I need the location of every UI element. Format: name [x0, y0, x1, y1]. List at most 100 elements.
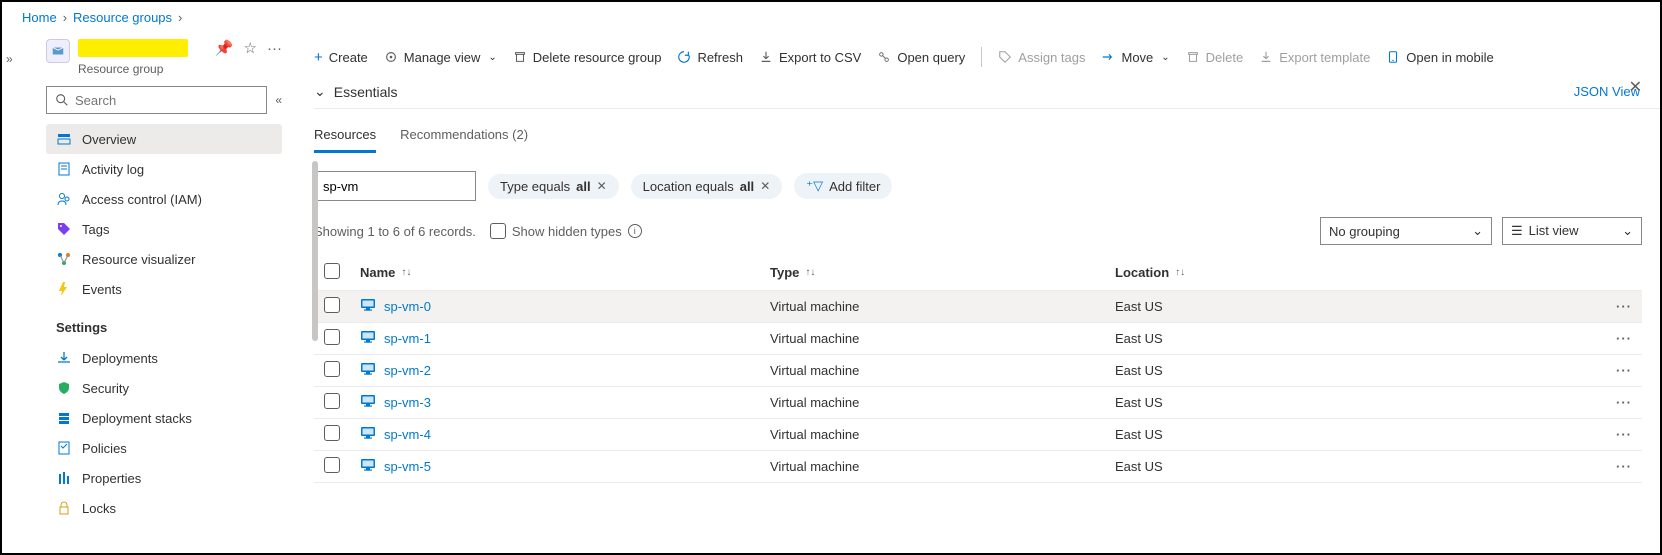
column-header-type[interactable]: Type↑↓ — [770, 265, 815, 280]
vm-icon — [360, 297, 376, 316]
toolbar-divider — [981, 47, 982, 67]
filter-chip-location[interactable]: Location equals all✕ — [631, 174, 783, 199]
stacks-icon — [56, 410, 72, 426]
table-row[interactable]: sp-vm-4 Virtual machine East US ··· — [314, 419, 1642, 451]
nav-label: Resource visualizer — [82, 252, 195, 267]
sidebar-item-properties[interactable]: Properties — [46, 463, 282, 493]
row-more-button[interactable]: ··· — [1616, 427, 1632, 442]
sidebar-item-iam[interactable]: Access control (IAM) — [46, 184, 282, 214]
breadcrumb-resource-groups[interactable]: Resource groups — [73, 10, 172, 25]
more-actions-icon[interactable]: ··· — [267, 40, 282, 57]
overview-icon — [56, 131, 72, 147]
vm-icon — [360, 329, 376, 348]
row-more-button[interactable]: ··· — [1616, 299, 1632, 314]
cell-type: Virtual machine — [760, 291, 1105, 323]
open-mobile-button[interactable]: Open in mobile — [1386, 50, 1493, 65]
row-checkbox[interactable] — [324, 457, 340, 473]
sidebar-search-input[interactable] — [75, 93, 258, 108]
policies-icon — [56, 440, 72, 456]
search-icon — [55, 93, 69, 107]
resource-group-name-redacted — [78, 39, 188, 57]
list-view-icon: ☰ — [1511, 223, 1523, 238]
resource-link[interactable]: sp-vm-4 — [384, 427, 431, 442]
table-row[interactable]: sp-vm-0 Virtual machine East US ··· — [314, 291, 1642, 323]
resource-link[interactable]: sp-vm-5 — [384, 459, 431, 474]
sort-icon: ↑↓ — [1175, 267, 1185, 278]
nav-label: Events — [82, 282, 122, 297]
row-checkbox[interactable] — [324, 425, 340, 441]
sidebar-item-stacks[interactable]: Deployment stacks — [46, 403, 282, 433]
info-icon[interactable]: i — [628, 224, 642, 238]
sidebar-item-overview[interactable]: Overview — [46, 124, 282, 154]
record-count-label: Showing 1 to 6 of 6 records. — [314, 224, 476, 239]
resource-link[interactable]: sp-vm-2 — [384, 363, 431, 378]
move-button[interactable]: Move⌄ — [1101, 50, 1169, 65]
cell-type: Virtual machine — [760, 323, 1105, 355]
sidebar-item-events[interactable]: Events — [46, 274, 282, 304]
sidebar-item-visualizer[interactable]: Resource visualizer — [46, 244, 282, 274]
row-more-button[interactable]: ··· — [1616, 459, 1632, 474]
tab-resources[interactable]: Resources — [314, 127, 376, 153]
manage-view-button[interactable]: Manage view⌄ — [384, 50, 497, 65]
sidebar-item-policies[interactable]: Policies — [46, 433, 282, 463]
close-blade-button[interactable]: ✕ — [1629, 77, 1642, 97]
row-more-button[interactable]: ··· — [1616, 395, 1632, 410]
sidebar-item-deployments[interactable]: Deployments — [46, 343, 282, 373]
cell-location: East US — [1105, 355, 1602, 387]
resource-link[interactable]: sp-vm-1 — [384, 331, 431, 346]
delete-resource-group-button[interactable]: Delete resource group — [513, 50, 662, 65]
export-csv-button[interactable]: Export to CSV — [759, 50, 861, 65]
show-hidden-checkbox[interactable] — [490, 223, 506, 239]
resource-group-subtitle: Resource group — [78, 62, 207, 76]
grouping-dropdown[interactable]: No grouping⌄ — [1320, 217, 1492, 245]
row-more-button[interactable]: ··· — [1616, 331, 1632, 346]
column-header-name[interactable]: Name↑↓ — [360, 265, 411, 280]
add-filter-button[interactable]: ⁺▽Add filter — [794, 173, 892, 199]
create-button[interactable]: +Create — [314, 49, 368, 66]
show-hidden-label: Show hidden types — [512, 224, 622, 239]
resource-filter-input[interactable] — [314, 171, 476, 201]
chevron-right-icon: › — [178, 10, 182, 25]
table-row[interactable]: sp-vm-3 Virtual machine East US ··· — [314, 387, 1642, 419]
nav-label: Tags — [82, 222, 109, 237]
column-header-location[interactable]: Location↑↓ — [1115, 265, 1185, 280]
breadcrumb-home[interactable]: Home — [22, 10, 57, 25]
sidebar-scrollbar[interactable] — [312, 161, 318, 341]
row-more-button[interactable]: ··· — [1616, 363, 1632, 378]
tab-recommendations[interactable]: Recommendations (2) — [400, 127, 528, 153]
sidebar-item-locks[interactable]: Locks — [46, 493, 282, 523]
table-row[interactable]: sp-vm-2 Virtual machine East US ··· — [314, 355, 1642, 387]
favorite-icon[interactable]: ☆ — [244, 39, 257, 57]
pin-icon[interactable]: 📌 — [215, 39, 234, 57]
settings-heading: Settings — [46, 304, 282, 343]
cell-location: East US — [1105, 291, 1602, 323]
cell-type: Virtual machine — [760, 387, 1105, 419]
row-checkbox[interactable] — [324, 393, 340, 409]
sidebar-item-activity[interactable]: Activity log — [46, 154, 282, 184]
command-toolbar: +Create Manage view⌄ Delete resource gro… — [314, 33, 1660, 81]
resource-link[interactable]: sp-vm-3 — [384, 395, 431, 410]
refresh-button[interactable]: Refresh — [677, 50, 743, 65]
nav-label: Security — [82, 381, 129, 396]
essentials-toggle[interactable]: ⌄ Essentials — [314, 83, 398, 100]
chip-remove-icon[interactable]: ✕ — [760, 179, 770, 193]
sidebar-item-security[interactable]: Security — [46, 373, 282, 403]
table-row[interactable]: sp-vm-1 Virtual machine East US ··· — [314, 323, 1642, 355]
sidebar-item-tags[interactable]: Tags — [46, 214, 282, 244]
row-checkbox[interactable] — [324, 361, 340, 377]
chip-remove-icon[interactable]: ✕ — [597, 179, 607, 193]
row-checkbox[interactable] — [324, 297, 340, 313]
row-checkbox[interactable] — [324, 329, 340, 345]
resource-link[interactable]: sp-vm-0 — [384, 299, 431, 314]
table-row[interactable]: sp-vm-5 Virtual machine East US ··· — [314, 451, 1642, 483]
filter-chip-type[interactable]: Type equals all✕ — [488, 174, 619, 199]
select-all-checkbox[interactable] — [324, 263, 340, 279]
vm-icon — [360, 457, 376, 476]
view-mode-dropdown[interactable]: ☰List view⌄ — [1502, 217, 1642, 245]
cell-type: Virtual machine — [760, 419, 1105, 451]
cell-location: East US — [1105, 419, 1602, 451]
collapse-sidebar-handle[interactable]: « — [275, 93, 282, 107]
properties-icon — [56, 470, 72, 486]
locks-icon — [56, 500, 72, 516]
open-query-button[interactable]: Open query — [877, 50, 965, 65]
